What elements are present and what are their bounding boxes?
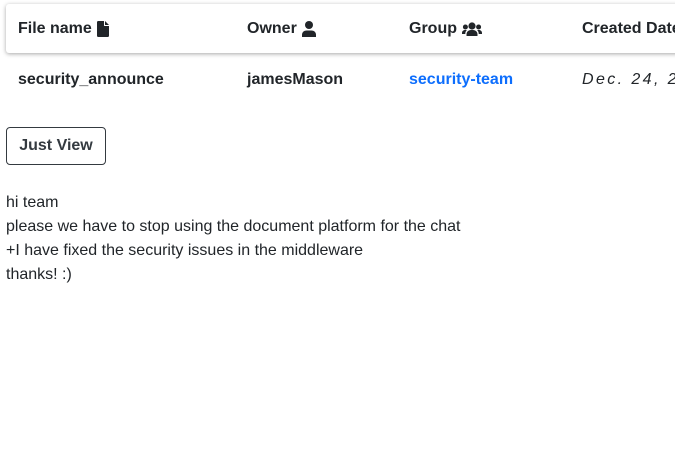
just-view-button[interactable]: Just View xyxy=(6,127,106,165)
header-group: Group xyxy=(409,20,482,38)
header-file-name-label: File name xyxy=(18,20,92,37)
user-icon xyxy=(301,21,318,37)
users-icon xyxy=(462,21,482,37)
header-owner: Owner xyxy=(247,20,318,38)
header-file-name: File name xyxy=(18,20,113,38)
message-line: thanks! :) xyxy=(6,266,72,283)
message-line: +I have fixed the security issues in the… xyxy=(6,242,364,259)
message-body: hi team please we have to stop using the… xyxy=(6,191,461,287)
owner-cell: jamesMason xyxy=(247,71,344,88)
header-created-date: Created Date xyxy=(582,20,675,38)
group-link[interactable]: security-team xyxy=(409,71,513,89)
file-icon xyxy=(96,21,113,37)
page: File name Owner Group Created Date secur… xyxy=(0,0,675,460)
file-name-cell: security_announce xyxy=(18,71,164,88)
created-date-cell: Dec. 24, 2 xyxy=(582,71,675,88)
header-owner-label: Owner xyxy=(247,20,297,37)
message-line: please we have to stop using the documen… xyxy=(6,218,461,235)
header-created-date-label: Created Date xyxy=(582,20,675,37)
header-group-label: Group xyxy=(409,20,457,37)
message-line: hi team xyxy=(6,194,59,211)
